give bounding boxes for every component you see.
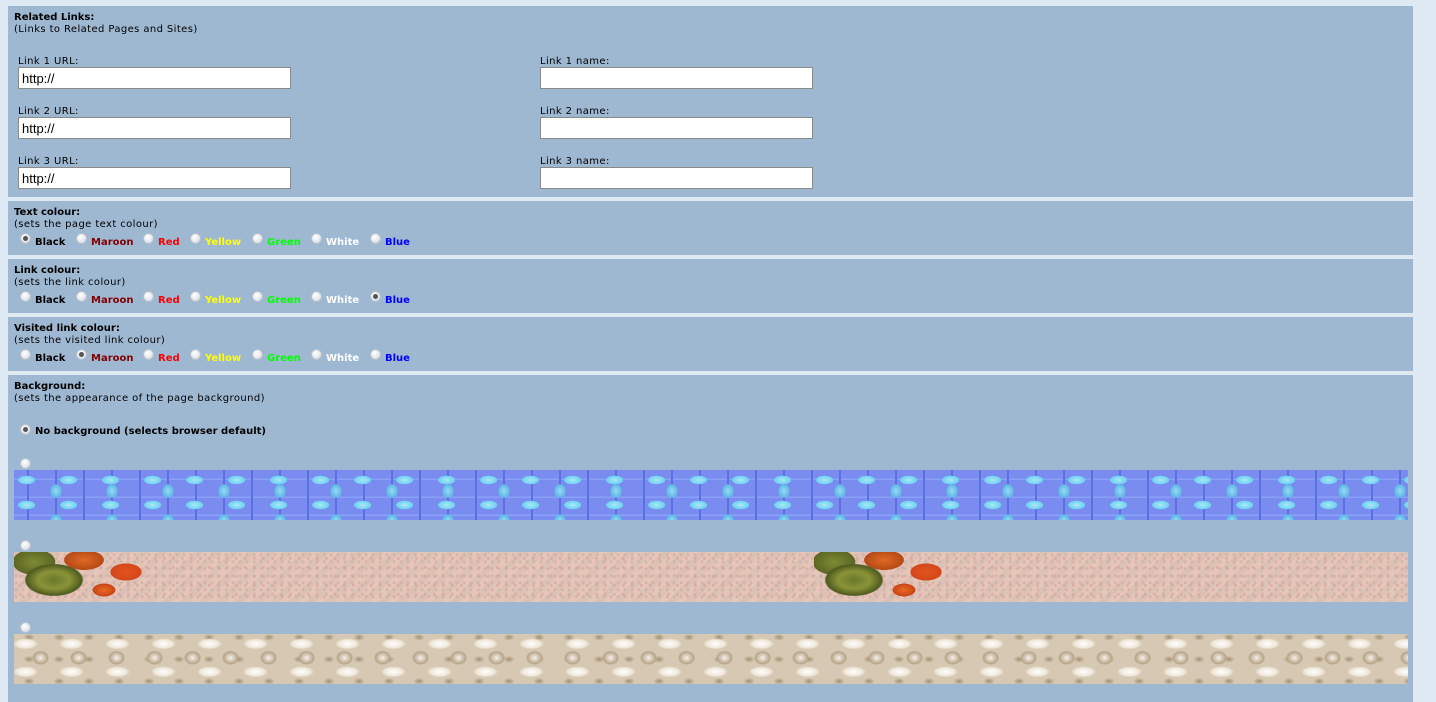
text-colour-yellow-radio[interactable] [190, 233, 201, 244]
link-2-name-label: Link 2 name: [540, 106, 610, 117]
visited-link-colour-yellow-label: Yellow [205, 353, 242, 364]
blue-mosaic-background-radio[interactable] [20, 458, 31, 469]
link-3-url-input[interactable] [18, 167, 291, 189]
autumn-leaves-background-radio[interactable] [20, 540, 31, 551]
no-background-radio[interactable] [20, 424, 31, 435]
visited-link-colour-panel: Visited link colour: (sets the visited l… [8, 317, 1413, 371]
visited-link-colour-yellow-radio[interactable] [190, 349, 201, 360]
visited-link-colour-green-label: Green [267, 353, 301, 364]
related-links-title: Related Links: [14, 12, 95, 23]
link-colour-yellow-label: Yellow [205, 295, 242, 306]
link-colour-blue-label: Blue [385, 295, 410, 306]
related-links-panel: Related Links: (Links to Related Pages a… [8, 6, 1413, 197]
link-colour-title: Link colour: [14, 265, 81, 276]
link-3-url-label: Link 3 URL: [18, 156, 79, 167]
text-colour-white-radio[interactable] [311, 233, 322, 244]
autumn-leaves-tile [814, 552, 954, 602]
visited-link-colour-maroon-label: Maroon [91, 353, 134, 364]
text-colour-black-label: Black [35, 237, 66, 248]
text-colour-subtitle: (sets the page text colour) [14, 219, 158, 230]
text-colour-black-radio[interactable] [20, 233, 31, 244]
link-colour-blue-radio[interactable] [370, 291, 381, 302]
visited-link-colour-white-label: White [326, 353, 360, 364]
link-colour-maroon-radio[interactable] [76, 291, 87, 302]
visited-link-colour-green-radio[interactable] [252, 349, 263, 360]
text-colour-maroon-label: Maroon [91, 237, 134, 248]
link-colour-subtitle: (sets the link colour) [14, 277, 126, 288]
link-2-url-label: Link 2 URL: [18, 106, 79, 117]
text-colour-blue-label: Blue [385, 237, 410, 248]
text-colour-green-label: Green [267, 237, 301, 248]
visited-link-colour-black-radio[interactable] [20, 349, 31, 360]
background-title: Background: [14, 381, 86, 392]
visited-link-colour-blue-label: Blue [385, 353, 410, 364]
link-3-name-input[interactable] [540, 167, 813, 189]
form-container: Related Links: (Links to Related Pages a… [8, 0, 1413, 702]
link-colour-green-label: Green [267, 295, 301, 306]
visited-link-colour-white-radio[interactable] [311, 349, 322, 360]
link-colour-white-radio[interactable] [311, 291, 322, 302]
text-colour-white-label: White [326, 237, 360, 248]
text-colour-panel: Text colour: (sets the page text colour)… [8, 201, 1413, 255]
text-colour-yellow-label: Yellow [205, 237, 242, 248]
link-colour-black-label: Black [35, 295, 66, 306]
no-background-label: No background (selects browser default) [35, 426, 266, 437]
text-colour-blue-radio[interactable] [370, 233, 381, 244]
link-colour-panel: Link colour: (sets the link colour) Blac… [8, 259, 1413, 313]
text-colour-title: Text colour: [14, 207, 81, 218]
autumn-leaves-tile [14, 552, 154, 602]
related-links-subtitle: (Links to Related Pages and Sites) [14, 24, 198, 35]
link-colour-red-label: Red [158, 295, 180, 306]
link-3-name-label: Link 3 name: [540, 156, 610, 167]
link-1-name-input[interactable] [540, 67, 813, 89]
visited-link-colour-blue-radio[interactable] [370, 349, 381, 360]
text-colour-green-radio[interactable] [252, 233, 263, 244]
link-colour-white-label: White [326, 295, 360, 306]
background-subtitle: (sets the appearance of the page backgro… [14, 393, 265, 404]
background-panel: Background: (sets the appearance of the … [8, 375, 1413, 702]
cream-marble-background-swatch[interactable] [14, 634, 1408, 684]
cream-marble-background-radio[interactable] [20, 622, 31, 633]
link-2-url-input[interactable] [18, 117, 291, 139]
link-colour-black-radio[interactable] [20, 291, 31, 302]
visited-link-colour-red-radio[interactable] [143, 349, 154, 360]
text-colour-red-radio[interactable] [143, 233, 154, 244]
visited-link-colour-black-label: Black [35, 353, 66, 364]
link-1-url-input[interactable] [18, 67, 291, 89]
link-1-url-label: Link 1 URL: [18, 56, 79, 67]
link-colour-maroon-label: Maroon [91, 295, 134, 306]
text-colour-maroon-radio[interactable] [76, 233, 87, 244]
autumn-leaves-background-swatch[interactable] [14, 552, 1408, 602]
link-1-name-label: Link 1 name: [540, 56, 610, 67]
link-colour-red-radio[interactable] [143, 291, 154, 302]
link-colour-yellow-radio[interactable] [190, 291, 201, 302]
blue-mosaic-background-swatch[interactable] [14, 470, 1408, 520]
visited-link-colour-maroon-radio[interactable] [76, 349, 87, 360]
visited-link-colour-red-label: Red [158, 353, 180, 364]
text-colour-red-label: Red [158, 237, 180, 248]
visited-link-colour-subtitle: (sets the visited link colour) [14, 335, 166, 346]
link-colour-green-radio[interactable] [252, 291, 263, 302]
link-2-name-input[interactable] [540, 117, 813, 139]
visited-link-colour-title: Visited link colour: [14, 323, 120, 334]
